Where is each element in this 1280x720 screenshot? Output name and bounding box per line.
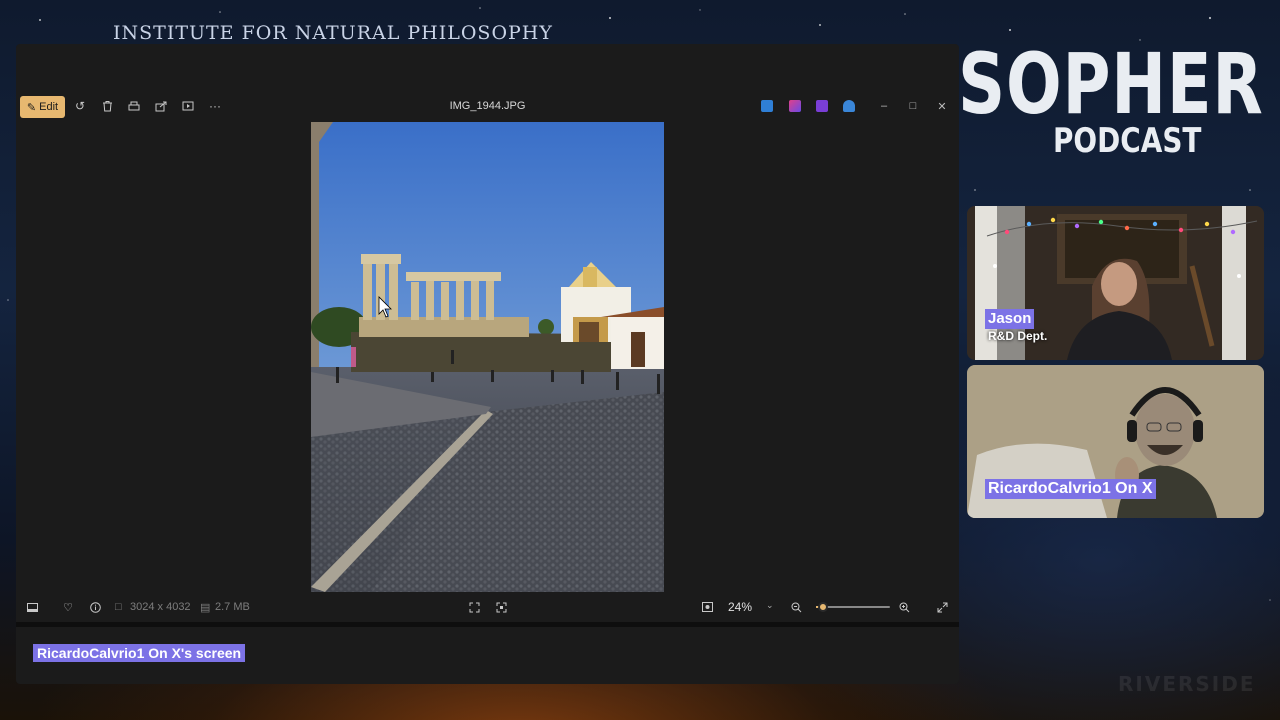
actual-size-icon[interactable] [493, 599, 509, 615]
zoom-level[interactable]: 24% [728, 600, 752, 614]
designer-icon[interactable] [789, 100, 801, 112]
participant-name: Jason [985, 309, 1035, 329]
zoom-out-icon[interactable] [788, 599, 804, 615]
zoom-in-icon[interactable] [896, 599, 912, 615]
participant-tile-jason: Jason R&D Dept. [967, 206, 1264, 360]
zoom-slider-thumb[interactable] [818, 602, 829, 612]
close-icon[interactable]: ✕ [934, 98, 950, 114]
image-dimensions: 3024 x 4032 [130, 601, 191, 613]
photo-viewer-titlebar: ✎ Edit ↺ ··· IMG_1944.JPG – □ ✕ [16, 92, 959, 122]
clipchamp-icon[interactable] [761, 100, 773, 112]
file-size-icon: ▤ [200, 602, 211, 614]
viewer-statusbar: ♡ □ 3024 x 4032 ▤ 2.7 MB 24% ⌄ [16, 595, 959, 619]
clipchamp-purple-icon[interactable] [816, 100, 828, 112]
zoom-slider[interactable] [816, 602, 890, 612]
dimensions-icon: □ [115, 601, 122, 613]
minimize-icon[interactable]: – [876, 98, 892, 114]
screen-share-label: RicardoCalvrio1 On X's screen [33, 644, 246, 662]
favorite-icon[interactable]: ♡ [60, 599, 76, 615]
fullscreen-icon[interactable] [934, 599, 950, 615]
participant-name: RicardoCalvrio1 On X [985, 479, 1156, 499]
divider [16, 622, 959, 627]
photo-canvas[interactable] [311, 122, 664, 592]
brand-podcast-text: PODCAST [1053, 121, 1202, 161]
brand-title: INSTITUTE FOR NATURAL PHILOSOPHY [113, 22, 553, 44]
fit-screen-icon[interactable] [466, 599, 482, 615]
participant-tile-ricardo: RicardoCalvrio1 On X [967, 365, 1264, 518]
info-icon[interactable] [87, 599, 103, 615]
file-size: 2.7 MB [215, 601, 250, 613]
participant-role: R&D Dept. [988, 329, 1048, 343]
chevron-down-icon[interactable]: ⌄ [766, 600, 774, 611]
shared-screen: ✎ Edit ↺ ··· IMG_1944.JPG – □ ✕ ♡ □ 3024… [16, 44, 959, 684]
cloud-icon[interactable] [843, 100, 855, 112]
brand-logo-text: SOPHER [958, 35, 1264, 133]
view-mode-icon[interactable] [699, 599, 715, 615]
filmstrip-icon[interactable] [24, 599, 40, 615]
maximize-icon[interactable]: □ [905, 98, 921, 114]
platform-watermark: RIVERSIDE [1118, 672, 1256, 696]
